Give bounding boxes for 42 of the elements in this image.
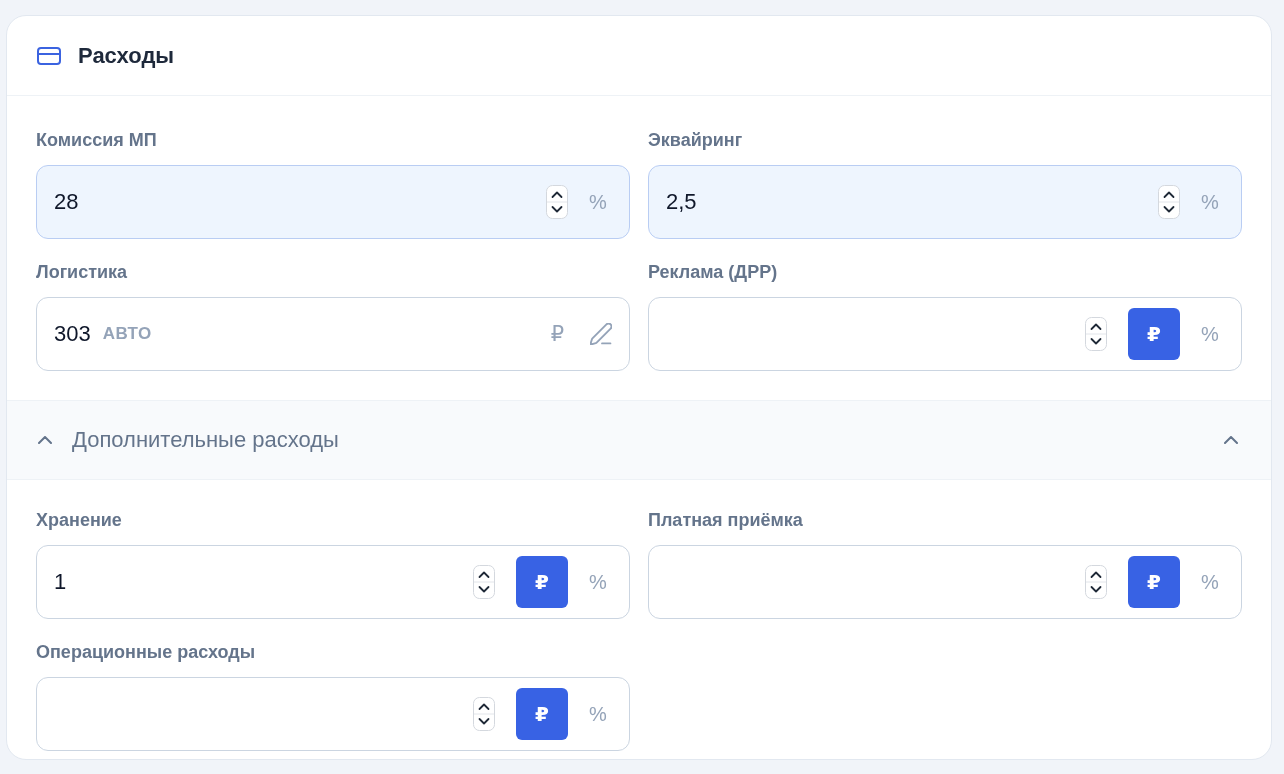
stepper-icon[interactable]	[473, 697, 495, 731]
unit-toggle-button[interactable]: ₽	[1128, 556, 1180, 608]
unit-toggle-button[interactable]: ₽	[516, 688, 568, 740]
section-toggle[interactable]: Дополнительные расходы	[7, 400, 1271, 480]
chevron-icon[interactable]	[1224, 436, 1238, 444]
credit-card-icon	[37, 46, 61, 65]
pencil-icon[interactable]	[590, 323, 612, 345]
card-title: Расходы	[78, 42, 175, 69]
field-label: Реклама (ДРР)	[648, 261, 779, 284]
chevron-icon[interactable]	[38, 436, 52, 444]
field-value[interactable]: 28	[54, 187, 79, 217]
stepper-icon[interactable]	[1158, 185, 1180, 219]
stepper-icon[interactable]	[1085, 317, 1107, 351]
field-label: Хранение	[36, 509, 123, 532]
unit-toggle-button[interactable]: ₽	[516, 556, 568, 608]
unit-label: %	[1200, 190, 1220, 214]
number-input-field[interactable]: 28 %	[36, 165, 630, 239]
field-label: Эквайринг	[648, 129, 744, 152]
unit-toggle-button[interactable]: %	[572, 556, 624, 608]
field-label: Платная приёмка	[648, 509, 804, 532]
number-input-field[interactable]: ₽ %	[648, 297, 1242, 371]
number-input-field[interactable]: 303 АВТО ₽	[36, 297, 630, 371]
currency-label: ₽	[550, 322, 564, 346]
stepper-icon[interactable]	[473, 565, 495, 599]
unit-toggle-button[interactable]: %	[1184, 556, 1236, 608]
unit-toggle-button[interactable]: %	[1184, 308, 1236, 360]
number-input-field[interactable]: 2,5 %	[648, 165, 1242, 239]
field-label: Операционные расходы	[36, 641, 257, 664]
auto-label: АВТО	[102, 324, 152, 344]
stepper-icon[interactable]	[1085, 565, 1107, 599]
unit-toggle-button[interactable]: ₽	[1128, 308, 1180, 360]
field-value[interactable]: 1	[54, 567, 67, 597]
field-label: Комиссия МП	[36, 129, 158, 152]
unit-label: %	[588, 190, 608, 214]
unit-toggle-button[interactable]: %	[572, 688, 624, 740]
number-input-field[interactable]: ₽ %	[36, 677, 630, 751]
field-value[interactable]: 303	[54, 319, 91, 349]
number-input-field[interactable]: ₽ %	[648, 545, 1242, 619]
number-input-field[interactable]: 1 ₽ %	[36, 545, 630, 619]
field-label: Логистика	[36, 261, 129, 284]
field-value[interactable]: 2,5	[666, 187, 703, 217]
stepper-icon[interactable]	[546, 185, 568, 219]
